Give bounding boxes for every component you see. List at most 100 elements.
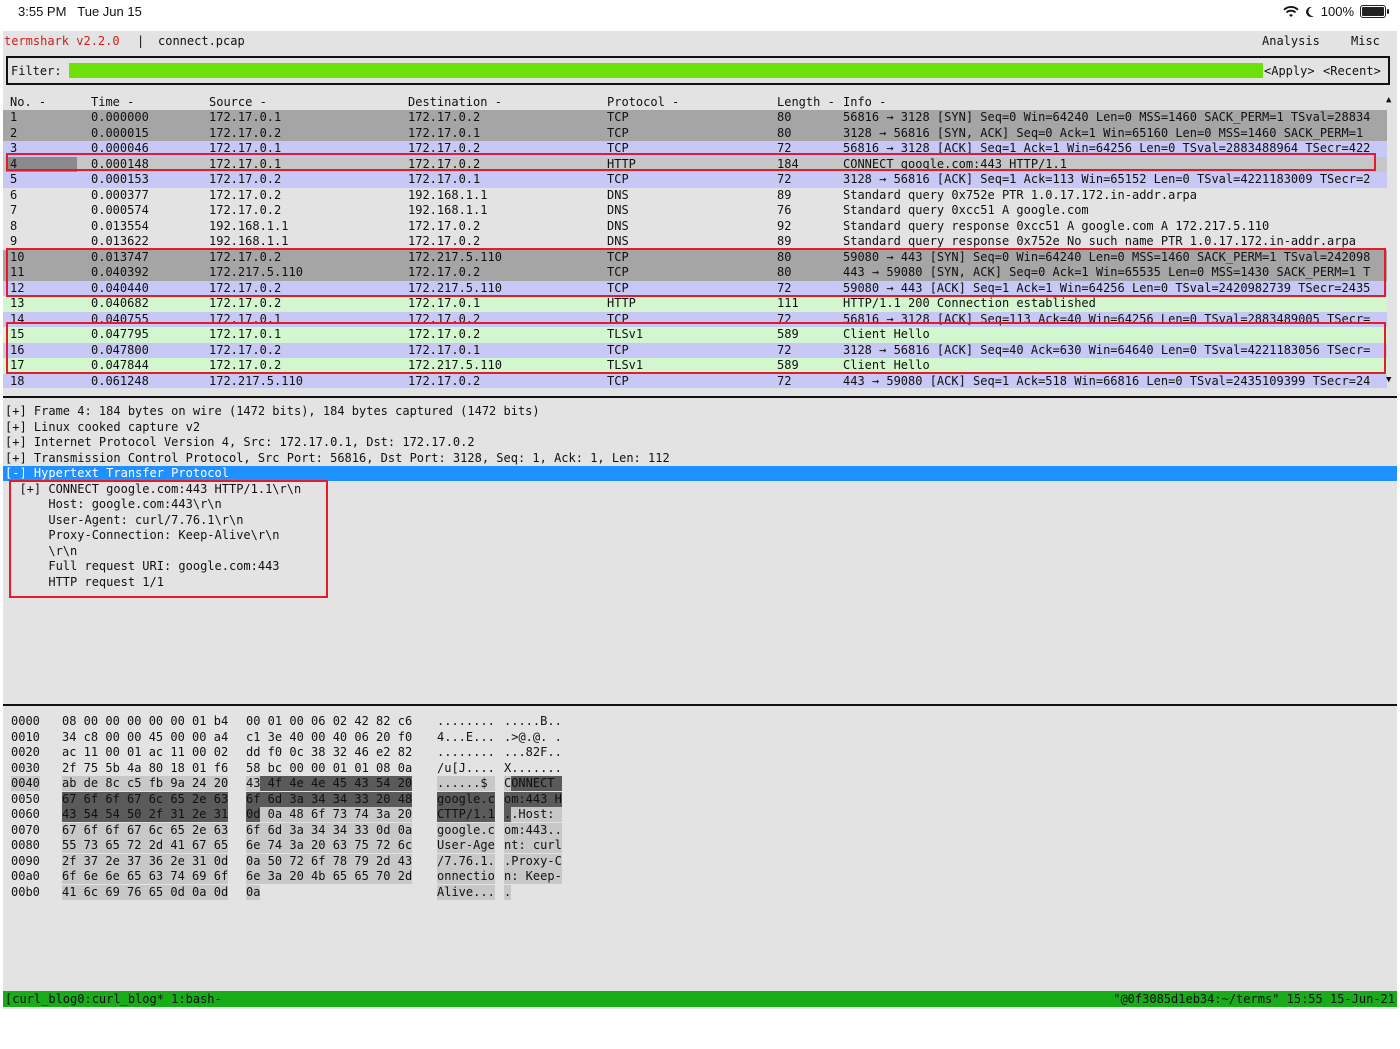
highlight-box-packet-4: [6, 153, 1376, 171]
packet-cell-info: Standard query 0xcc51 A google.com: [843, 203, 1089, 217]
column-header[interactable]: Protocol -: [607, 95, 679, 110]
column-header[interactable]: No. -: [10, 95, 46, 110]
column-header[interactable]: Source -: [209, 95, 267, 110]
packet-row[interactable]: 8 0.013554 192.168.1.1 172.17.0.2 DNS 92 Stand…: [3, 218, 1387, 234]
scroll-up-arrow-icon[interactable]: ▲: [1386, 95, 1391, 105]
hex-offset: 0080: [11, 838, 40, 852]
packet-cell-time: 0.000153: [91, 172, 149, 186]
tree-node[interactable]: [+] Frame 4: 184 bytes on wire (1472 bit…: [5, 404, 540, 419]
ascii-right: ...82F..: [504, 745, 562, 759]
packet-cell-dst: 172.17.0.2: [408, 234, 481, 248]
packet-cell-time: 0.000000: [91, 110, 149, 124]
packet-cell-dst: 172.17.0.1: [408, 125, 481, 140]
hex-bytes-right: dd f0 0c 38 32 46 e2 82: [246, 745, 413, 759]
hex-bytes-right: 4f 4e 4e 45 43 54 20: [260, 776, 413, 791]
column-header[interactable]: Length -: [777, 95, 835, 110]
filter-input[interactable]: [69, 63, 1263, 78]
ascii-left: User-Age: [437, 838, 495, 853]
packet-cell-info: Standard query 0x752e PTR 1.0.17.172.in-…: [843, 187, 1198, 202]
recent-button[interactable]: <Recent>: [1323, 64, 1381, 78]
ascii-right: X.......: [504, 760, 562, 775]
ascii-right: .: [504, 884, 512, 900]
packet-cell-proto: TCP: [607, 125, 629, 140]
apply-button[interactable]: <Apply>: [1264, 64, 1315, 78]
ascii-right: om:443 H: [504, 791, 562, 807]
packet-cell-time: 0.013622: [91, 234, 149, 248]
packet-row[interactable]: 1 0.000000 172.17.0.1 172.17.0.2 TCP 80 56816 …: [3, 110, 1387, 126]
packet-cell-dst: 172.17.0.1: [408, 296, 481, 310]
packet-cell-no: 9: [10, 234, 18, 248]
clock-time: 3:55 PM: [18, 4, 67, 19]
packet-cell-no: 8: [10, 218, 18, 233]
misc-menu[interactable]: Misc: [1351, 34, 1380, 48]
packet-row[interactable]: 5 0.000153 172.17.0.2 172.17.0.1 TCP 72 3128 →…: [3, 172, 1387, 188]
packet-row[interactable]: 6 0.000377 172.17.0.2 192.168.1.1 DNS 89 Stand…: [3, 187, 1387, 203]
packet-cell-dst: 172.17.0.1: [408, 172, 481, 186]
packet-cell-dst: 172.17.0.2: [408, 373, 481, 388]
hex-bytes-left: 2f 75 5b 4a 80 18 01 f6: [62, 760, 229, 775]
packet-cell-src: 192.168.1.1: [209, 218, 289, 233]
ascii-right: .Proxy-C: [504, 853, 562, 869]
tmux-host-clock: "@0f3085d1eb34:~/terms" 15:55 15-Jun-21: [1113, 992, 1395, 1006]
hex-bytes-right: 6e 74 3a 20 63 75 72 6c: [246, 838, 413, 853]
packet-cell-proto: TCP: [607, 172, 629, 186]
packet-cell-no: 13: [10, 296, 25, 310]
capture-filename: connect.pcap: [158, 34, 245, 48]
hex-bytes-right: 6f 6d 3a 34 34 33 0d 0a: [246, 822, 413, 838]
tree-node[interactable]: [-] Hypertext Transfer Protocol: [3, 466, 1397, 481]
packet-cell-len: 76: [777, 203, 792, 217]
hex-bytes-left: 43 54 54 50 2f 31 2e 31: [62, 807, 229, 822]
packet-cell-dst: 172.17.0.2: [408, 110, 481, 124]
tree-node[interactable]: [+] Transmission Control Protocol, Src P…: [5, 451, 670, 466]
hex-offset: 0070: [11, 822, 40, 837]
hex-bytes-right: 00 01 00 06 02 42 82 c6: [246, 714, 413, 728]
packet-cell-len: 89: [777, 187, 792, 202]
column-header[interactable]: Info -: [843, 95, 886, 110]
packet-row[interactable]: 13 0.040682 172.17.0.2 172.17.0.1 HTTP 111 HTT…: [3, 296, 1387, 312]
tmux-window-list: [curl_blog0:curl_blog* 1:bash-: [5, 992, 222, 1006]
packet-row[interactable]: 18 0.061248 172.217.5.110 172.17.0.2 TCP 72 44…: [3, 373, 1387, 388]
clock-date: Tue Jun 15: [77, 4, 142, 19]
ascii-right: n: Keep-: [504, 869, 562, 884]
packet-cell-no: 1: [10, 110, 18, 124]
packet-row[interactable]: 7 0.000574 172.17.0.2 192.168.1.1 DNS 76 Stand…: [3, 203, 1387, 219]
ascii-right: ONNECT: [511, 776, 562, 791]
display-filter-bar: Filter: <Apply> <Recent>: [6, 56, 1390, 85]
packet-cell-src: 172.17.0.1: [209, 110, 282, 124]
analysis-menu[interactable]: Analysis: [1262, 34, 1320, 48]
ascii-right: .....B..: [504, 714, 562, 728]
ascii-left: 4...E...: [437, 729, 495, 744]
ascii-right: .>@.@. .: [504, 729, 562, 744]
packet-cell-info: Standard query response 0x752e No such n…: [843, 234, 1356, 248]
packet-cell-len: 92: [777, 218, 792, 233]
packet-cell-info: 443 → 59080 [ACK] Seq=1 Ack=518 Win=6681…: [843, 373, 1371, 388]
column-header[interactable]: Destination -: [408, 95, 502, 110]
packet-cell-info: HTTP/1.1 200 Connection established: [843, 296, 1096, 310]
tmux-status-bar: [curl_blog0:curl_blog* 1:bash- "@0f3085d…: [3, 991, 1397, 1007]
hex-bytes-left: ab de 8c c5 fb 9a 24 20: [62, 776, 229, 791]
packet-cell-time: 0.000574: [91, 203, 149, 217]
packet-cell-proto: TCP: [607, 110, 629, 124]
packet-cell-src: 172.17.0.2: [209, 296, 282, 310]
ios-status-bar: 3:55 PM Tue Jun 15 100%: [0, 0, 1400, 26]
hex-bytes-left: 6f 6e 6e 65 63 74 69 6f: [62, 869, 229, 884]
packet-cell-dst: 192.168.1.1: [408, 203, 488, 217]
tree-node[interactable]: [+] Linux cooked capture v2: [5, 420, 200, 435]
status-icons: 100%: [1283, 4, 1389, 19]
hex-bytes-left: 55 73 65 72 2d 41 67 65: [62, 838, 229, 853]
termshark-title-bar: termshark v2.2.0 | connect.pcap Analysis…: [3, 31, 1397, 51]
packet-cell-info: 3128 → 56816 [ACK] Seq=1 Ack=113 Win=651…: [843, 172, 1371, 186]
hex-bytes-right: 6f 6d 3a 34 34 33 20 48: [246, 791, 413, 807]
ascii-right: nt: curl: [504, 838, 562, 853]
ascii-left: /u[J....: [437, 760, 495, 775]
ascii-right: .Host:: [511, 807, 562, 822]
packet-bytes-hex: 0000 08 00 00 00 00 00 01 b4 00 01 00 06 0…: [3, 714, 1397, 904]
scroll-down-arrow-icon[interactable]: ▼: [1386, 375, 1391, 385]
tree-node[interactable]: [+] Internet Protocol Version 4, Src: 17…: [5, 435, 475, 450]
ascii-left: ........: [437, 714, 495, 728]
packet-cell-dst: 172.17.0.2: [408, 218, 481, 233]
column-header[interactable]: Time -: [91, 95, 134, 110]
moon-icon: [1305, 6, 1314, 17]
hex-bytes-left: 2f 37 2e 37 36 2e 31 0d: [62, 853, 229, 869]
packet-row[interactable]: 2 0.000015 172.17.0.2 172.17.0.1 TCP 80 3128 →…: [3, 125, 1387, 141]
